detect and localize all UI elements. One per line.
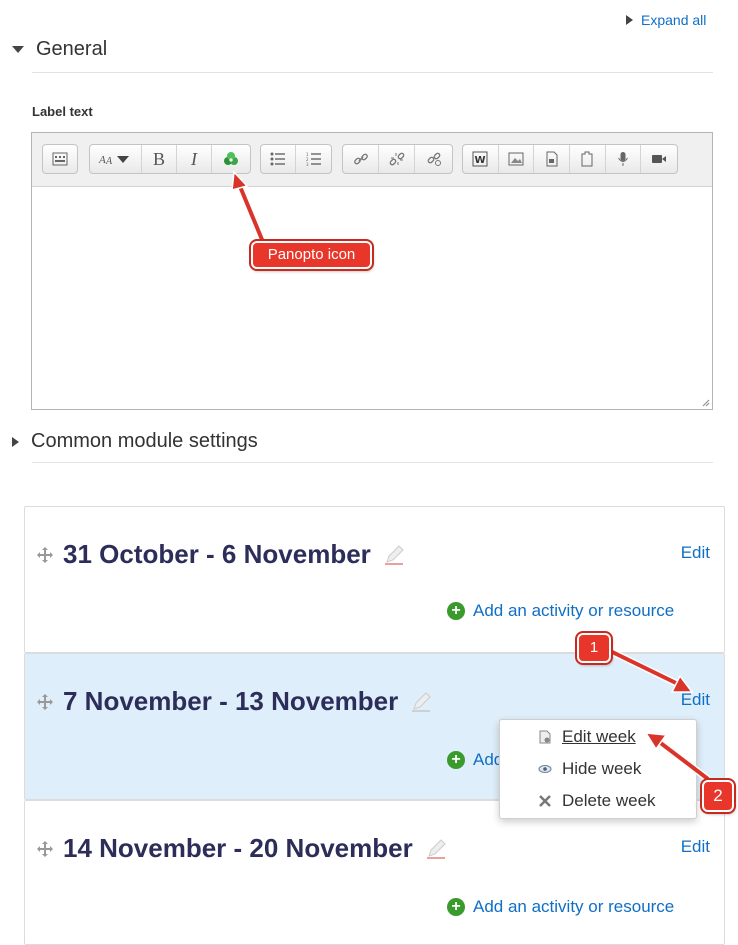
delete-x-icon bbox=[539, 795, 551, 807]
triangle-down-icon bbox=[12, 46, 24, 53]
week-title-3: 14 November - 20 November bbox=[37, 833, 447, 864]
italic-icon[interactable]: I bbox=[177, 145, 212, 173]
toolbar-group-1 bbox=[42, 144, 78, 174]
link-icon[interactable] bbox=[343, 145, 379, 173]
edit-link-1[interactable]: Edit bbox=[681, 543, 710, 563]
delete-week-label: Delete week bbox=[562, 791, 656, 810]
move-icon[interactable] bbox=[37, 840, 53, 857]
panopto-icon-callout: Panopto icon bbox=[251, 241, 372, 269]
week-title-text: 7 November - 13 November bbox=[63, 686, 399, 716]
add-activity-link-1[interactable]: + Add an activity or resource bbox=[447, 601, 674, 621]
toolbar-group-5: W bbox=[462, 144, 678, 174]
svg-text:A: A bbox=[98, 154, 106, 166]
general-divider bbox=[32, 72, 713, 73]
step2-arrow-icon bbox=[644, 732, 711, 782]
add-activity-label: Add an activity or resource bbox=[473, 897, 675, 916]
add-activity-link-2[interactable]: + Add bbox=[447, 750, 503, 770]
plus-icon: + bbox=[447, 602, 465, 620]
panopto-icon[interactable] bbox=[212, 145, 250, 173]
expand-all-label: Expand all bbox=[641, 12, 707, 28]
pencil-edit-icon[interactable] bbox=[383, 544, 405, 566]
move-icon[interactable] bbox=[37, 693, 53, 710]
hide-week-label: Hide week bbox=[562, 759, 642, 778]
common-divider bbox=[32, 462, 713, 463]
add-activity-link-3[interactable]: + Add an activity or resource bbox=[447, 897, 674, 917]
svg-text:W: W bbox=[475, 155, 486, 166]
menu-item-hide-week[interactable]: Hide week bbox=[538, 759, 641, 779]
step-2-callout: 2 bbox=[702, 780, 734, 812]
step-1-callout: 1 bbox=[577, 633, 611, 663]
emoticon-icon[interactable] bbox=[415, 145, 452, 173]
pencil-edit-icon[interactable] bbox=[410, 691, 432, 713]
edit-settings-icon bbox=[539, 730, 551, 744]
week-title-text: 31 October - 6 November bbox=[63, 539, 371, 569]
resize-handle-icon[interactable] bbox=[702, 399, 710, 407]
edit-week-label: Edit week bbox=[562, 727, 636, 746]
common-module-settings-toggle[interactable]: Common module settings bbox=[12, 430, 258, 453]
italic-glyph: I bbox=[191, 148, 197, 169]
media-icon[interactable] bbox=[534, 145, 571, 173]
week-section-1: 31 October - 6 November Edit + Add an ac… bbox=[24, 506, 725, 653]
plus-icon: + bbox=[447, 751, 465, 769]
rich-text-editor: AA B I 123 W bbox=[31, 132, 713, 410]
show-more-icon[interactable] bbox=[43, 145, 77, 173]
panopto-arrow-icon bbox=[231, 170, 267, 244]
editor-toolbar: AA B I 123 W bbox=[32, 133, 712, 187]
expand-all-link[interactable]: Expand all bbox=[626, 12, 706, 28]
week-section-3: 14 November - 20 November Edit + Add an … bbox=[24, 800, 725, 945]
word-import-icon[interactable]: W bbox=[463, 145, 499, 173]
triangle-right-icon bbox=[626, 15, 633, 25]
week-title-1: 31 October - 6 November bbox=[37, 539, 405, 570]
unordered-list-icon[interactable] bbox=[261, 145, 296, 173]
step1-arrow-icon bbox=[602, 644, 694, 693]
pencil-edit-icon[interactable] bbox=[425, 838, 447, 860]
svg-text:A: A bbox=[105, 156, 113, 166]
triangle-right-icon bbox=[12, 436, 19, 447]
unlink-icon[interactable] bbox=[379, 145, 415, 173]
bold-icon[interactable]: B bbox=[142, 145, 177, 173]
ordered-list-icon[interactable]: 123 bbox=[296, 145, 331, 173]
svg-text:3: 3 bbox=[306, 162, 309, 166]
move-icon[interactable] bbox=[37, 546, 53, 563]
add-activity-label: Add an activity or resource bbox=[473, 601, 675, 620]
record-audio-icon[interactable] bbox=[606, 145, 642, 173]
editor-content-area[interactable] bbox=[32, 186, 712, 409]
manage-files-icon[interactable] bbox=[570, 145, 606, 173]
label-text-label: Label text bbox=[32, 104, 93, 119]
week-title-2: 7 November - 13 November bbox=[37, 686, 432, 717]
font-style-icon[interactable]: AA bbox=[90, 145, 142, 173]
edit-link-3[interactable]: Edit bbox=[681, 837, 710, 857]
eye-icon bbox=[538, 765, 552, 773]
image-icon[interactable] bbox=[499, 145, 535, 173]
toolbar-group-4 bbox=[342, 144, 453, 174]
menu-item-edit-week[interactable]: Edit week bbox=[538, 727, 636, 747]
common-module-settings-title: Common module settings bbox=[31, 430, 258, 452]
general-section-toggle[interactable]: General bbox=[12, 38, 107, 61]
week-title-text: 14 November - 20 November bbox=[63, 833, 413, 863]
menu-item-delete-week[interactable]: Delete week bbox=[538, 791, 656, 811]
plus-icon: + bbox=[447, 898, 465, 916]
general-section-title: General bbox=[36, 38, 108, 60]
record-video-icon[interactable] bbox=[641, 145, 677, 173]
bold-glyph: B bbox=[152, 148, 165, 169]
